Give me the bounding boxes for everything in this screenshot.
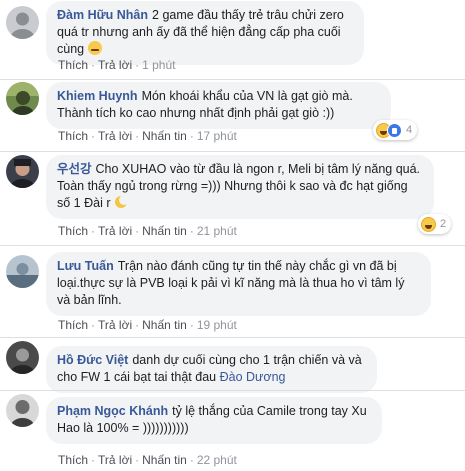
divider bbox=[0, 79, 465, 80]
comment-author[interactable]: Lưu Tuấn bbox=[57, 259, 114, 273]
comment-time[interactable]: 22 phút bbox=[197, 453, 237, 467]
comment-bubble: Hồ Đức Việt danh dự cuối cùng cho 1 trận … bbox=[46, 346, 377, 393]
comment-bubble: Lưu Tuấn Trận nào đánh cũng tự tin thế nà… bbox=[46, 252, 431, 316]
comment-author[interactable]: Đàm Hữu Nhân bbox=[57, 8, 148, 22]
like-link[interactable]: Thích bbox=[58, 453, 88, 467]
avatar[interactable] bbox=[6, 341, 39, 374]
reply-link[interactable]: Trả lời bbox=[98, 224, 132, 238]
reaction-count: 2 bbox=[440, 218, 447, 230]
crescent-moon-icon bbox=[114, 195, 129, 209]
reaction-summary[interactable]: 4 bbox=[373, 120, 418, 140]
reply-link[interactable]: Trả lời bbox=[98, 453, 132, 467]
comment-bubble: Phạm Ngọc Khánh tỷ lệ thắng của Camile tr… bbox=[46, 397, 382, 444]
comment-actions: Thích · Trả lời · Nhấn tin · 19 phút bbox=[58, 318, 237, 332]
avatar[interactable] bbox=[6, 155, 39, 188]
like-link[interactable]: Thích bbox=[58, 318, 88, 332]
avatar[interactable] bbox=[6, 6, 39, 39]
divider bbox=[0, 337, 465, 338]
comment-author[interactable]: 우선강 bbox=[57, 162, 92, 176]
comment-actions: Thích · Trả lời · Nhấn tin · 17 phút bbox=[58, 129, 237, 143]
comment-bubble: Đàm Hữu Nhân 2 game đầu thấy trẻ trâu chử… bbox=[46, 1, 364, 65]
comment-actions: Thích · Trả lời · 1 phút bbox=[58, 58, 176, 72]
avatar[interactable] bbox=[6, 394, 39, 427]
comment-time[interactable]: 17 phút bbox=[197, 129, 237, 143]
relieved-face-icon bbox=[87, 41, 102, 55]
reaction-count: 4 bbox=[406, 124, 413, 136]
avatar[interactable] bbox=[6, 255, 39, 288]
comment-bubble: Khiem Huynh Món khoái khẩu của VN là gạt … bbox=[46, 82, 391, 129]
like-link[interactable]: Thích bbox=[58, 58, 88, 72]
reply-link[interactable]: Trả lời bbox=[98, 129, 132, 143]
divider bbox=[0, 245, 465, 246]
comment-thread: Đàm Hữu Nhân 2 game đầu thấy trẻ trâu chử… bbox=[0, 0, 465, 471]
comment-author[interactable]: Khiem Huynh bbox=[57, 89, 138, 103]
comment-actions: Thích · Trả lời · Nhấn tin · 21 phút bbox=[58, 224, 237, 238]
like-icon bbox=[387, 122, 402, 138]
reply-link[interactable]: Trả lời bbox=[98, 318, 132, 332]
comment-bubble: 우선강 Cho XUHAO vào từ đầu là ngon r, Meli … bbox=[46, 155, 434, 219]
reply-link[interactable]: Trả lời bbox=[98, 58, 132, 72]
comment-text: Cho XUHAO vào từ đầu là ngon r, Meli bị … bbox=[57, 162, 421, 210]
like-link[interactable]: Thích bbox=[58, 129, 88, 143]
translate-link[interactable]: Nhấn tin bbox=[142, 224, 187, 238]
comment-author[interactable]: Hồ Đức Việt bbox=[57, 353, 128, 367]
divider bbox=[0, 151, 465, 152]
translate-link[interactable]: Nhấn tin bbox=[142, 318, 187, 332]
comment-actions: Thích · Trả lời · Nhấn tin · 22 phút bbox=[58, 453, 237, 467]
haha-icon bbox=[421, 216, 436, 232]
comment-time[interactable]: 19 phút bbox=[197, 318, 237, 332]
comment-time[interactable]: 1 phút bbox=[142, 58, 175, 72]
translate-link[interactable]: Nhấn tin bbox=[142, 129, 187, 143]
comment-author[interactable]: Phạm Ngọc Khánh bbox=[57, 404, 168, 418]
like-link[interactable]: Thích bbox=[58, 224, 88, 238]
divider bbox=[0, 390, 465, 391]
avatar[interactable] bbox=[6, 82, 39, 115]
comment-time[interactable]: 21 phút bbox=[197, 224, 237, 238]
mention-link[interactable]: Đào Dương bbox=[220, 370, 286, 384]
reaction-summary[interactable]: 2 bbox=[418, 214, 452, 234]
translate-link[interactable]: Nhấn tin bbox=[142, 453, 187, 467]
